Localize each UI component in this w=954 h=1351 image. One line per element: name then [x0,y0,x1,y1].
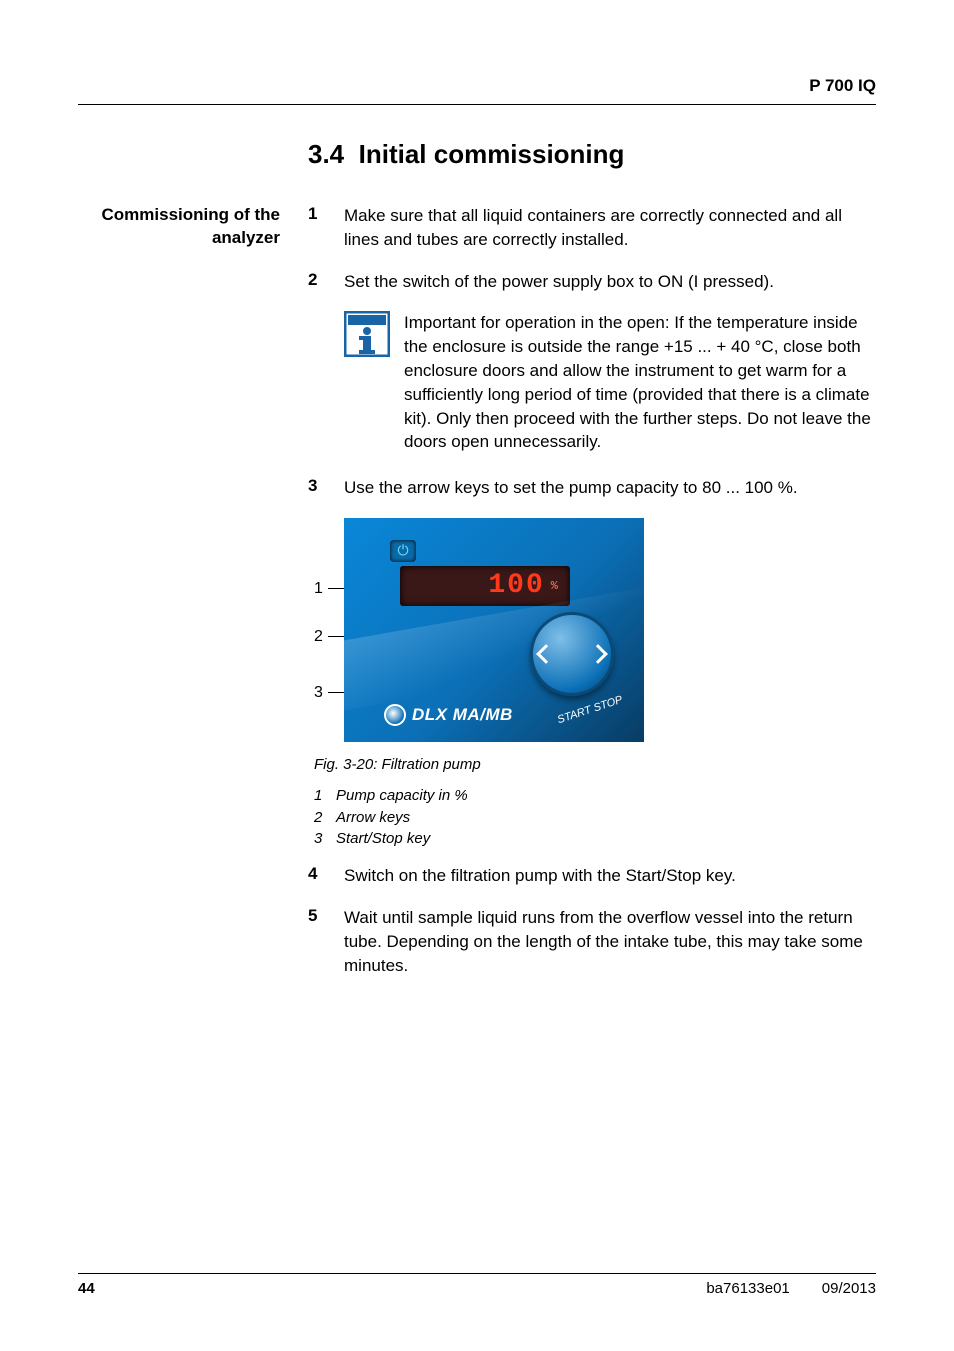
figure-caption: Fig. 3-20: Filtration pump [314,756,876,773]
brand-logo-icon [384,704,406,726]
arrow-right-icon [588,644,608,664]
step-number-1: 1 [308,204,344,224]
footer-divider [78,1273,876,1274]
info-note-text: Important for operation in the open: If … [404,311,876,454]
legend-num-2: 2 [314,807,328,829]
readout-unit: % [551,579,560,593]
legend-text-3: Start/Stop key [336,828,430,850]
readout-value: 100 [488,570,544,601]
figure-3-20: 1 2 3 ⏻ 100% START STOP [314,518,876,742]
legend-num-1: 1 [314,785,328,807]
step-text-1: Make sure that all liquid containers are… [344,204,876,252]
callout-3: 3 [314,684,323,702]
step-number-3: 3 [308,476,344,496]
footer-date: 09/2013 [822,1280,876,1297]
section-heading: 3.4 Initial commissioning [308,139,876,170]
power-indicator-icon: ⏻ [390,540,416,562]
document-header: P 700 IQ [78,76,876,96]
step-text-3: Use the arrow keys to set the pump capac… [344,476,876,500]
step-text-5: Wait until sample liquid runs from the o… [344,906,876,977]
pump-photo: ⏻ 100% START STOP DLX MA/MB [344,518,644,742]
step-number-5: 5 [308,906,344,926]
sidebar-label-commissioning: Commissioning of the analyzer [78,204,308,250]
legend-text-2: Arrow keys [336,807,410,829]
page-number: 44 [78,1280,95,1297]
arrow-left-icon [536,644,556,664]
info-icon [344,311,390,357]
step-text-2: Set the switch of the power supply box t… [344,270,876,294]
step-text-4: Switch on the filtration pump with the S… [344,864,876,888]
arrow-knob [530,612,614,696]
section-title-text: Initial commissioning [359,139,625,169]
figure-legend: 1 Pump capacity in % 2 Arrow keys 3 Start/S… [314,785,876,850]
step-number-2: 2 [308,270,344,290]
callout-2: 2 [314,628,323,646]
brand-text: DLX MA/MB [412,705,513,725]
callout-1: 1 [314,580,323,598]
legend-text-1: Pump capacity in % [336,785,468,807]
pump-capacity-readout: 100% [400,566,570,606]
section-number: 3.4 [308,139,344,169]
pump-brand-label: DLX MA/MB [384,704,513,726]
legend-num-3: 3 [314,828,328,850]
step-number-4: 4 [308,864,344,884]
header-divider [78,104,876,105]
footer-doc-code: ba76133e01 [706,1280,789,1297]
